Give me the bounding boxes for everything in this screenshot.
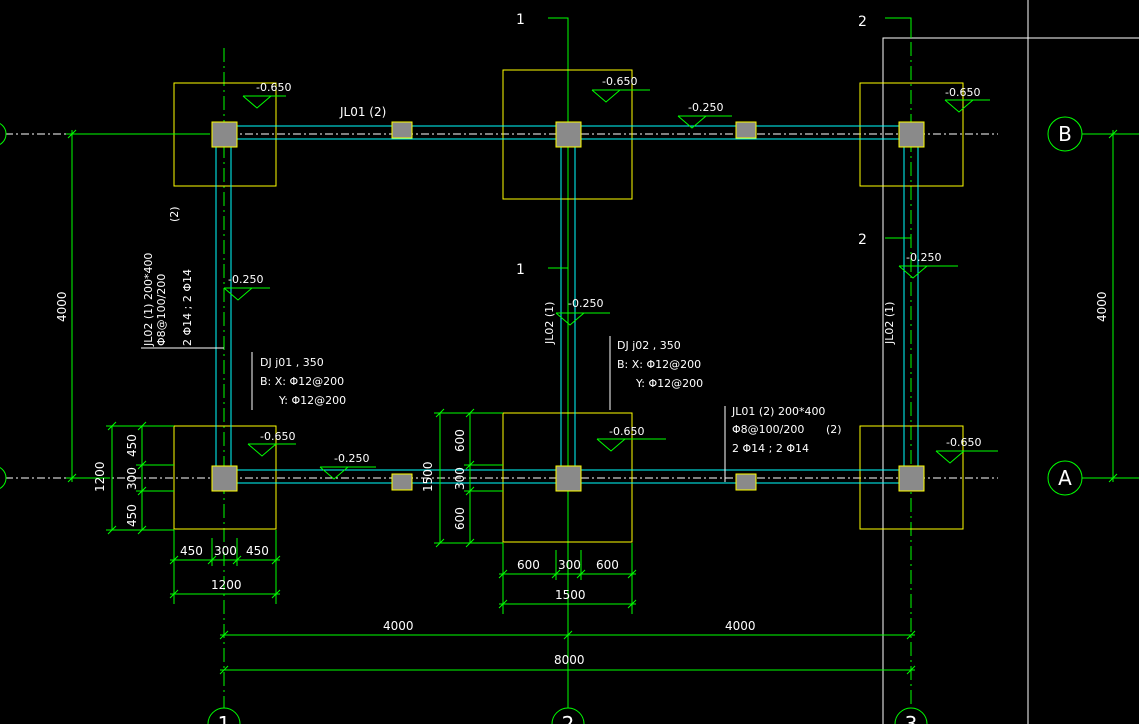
dj01-label: DJ j01 , 350 <box>260 356 324 369</box>
jl02-grid1-spec: JL02 (1) 200*400 <box>142 253 155 347</box>
section-mark-1-mid: 1 <box>516 262 525 278</box>
grid-label-2: 2 <box>562 712 575 724</box>
dim-span-y-left: 4000 <box>55 291 69 322</box>
column-b2 <box>555 121 582 148</box>
beam-post-a-left <box>391 473 413 491</box>
elev-footing-b2: -0.650 <box>602 75 637 88</box>
dim-total-x: 8000 <box>554 653 585 667</box>
grid-label-b: B <box>1058 122 1072 146</box>
dim-mid-part-2: 300 <box>453 467 467 490</box>
elev-footing-b1: -0.650 <box>256 81 291 94</box>
beam-post-a-right <box>735 473 757 491</box>
dim-span-y-right: 4000 <box>1095 291 1109 322</box>
column-a2 <box>555 465 582 492</box>
dj02-x: B: X: Φ12@200 <box>617 358 701 371</box>
beam-label-jl02-grid2: JL02 (1) <box>543 302 556 345</box>
dim-mid-part-3: 600 <box>453 507 467 530</box>
foundation-plan-drawing: -0.650 -0.650 -0.250 -0.650 -0.250 -0.25… <box>0 0 1139 724</box>
dim-mid-part-1: 600 <box>453 429 467 452</box>
beam-label-jl02-grid3: JL02 (1) <box>883 302 896 345</box>
grid-label-3: 3 <box>905 712 918 724</box>
section-mark-2-top: 2 <box>858 14 867 30</box>
column-b1 <box>211 121 238 148</box>
elev-footing-a1: -0.650 <box>260 430 295 443</box>
dim-dj01-total: 1200 <box>211 578 242 592</box>
dim-dj02-part-3: 600 <box>596 558 619 572</box>
dim-left-part-1: 450 <box>125 434 139 457</box>
jl01-a-spec: JL01 (2) 200*400 <box>731 405 825 418</box>
beam-post-b-left <box>391 121 413 139</box>
dim-span-x-1: 4000 <box>383 619 414 633</box>
dim-left-part-2: 300 <box>125 467 139 490</box>
dim-span-x-2: 4000 <box>725 619 756 633</box>
elev-beam-2: -0.250 <box>568 297 603 310</box>
dj01-x: B: X: Φ12@200 <box>260 375 344 388</box>
dim-dj02-total: 1500 <box>555 588 586 602</box>
dim-left-total: 1200 <box>93 461 107 492</box>
dim-dj01-part-1: 450 <box>180 544 203 558</box>
dim-mid-total: 1500 <box>421 461 435 492</box>
elev-beam-b: -0.250 <box>688 101 723 114</box>
elev-beam-1: -0.250 <box>228 273 263 286</box>
dim-dj02-part-1: 600 <box>517 558 540 572</box>
section-mark-2-mid: 2 <box>858 232 867 248</box>
grid-label-a: A <box>1058 466 1072 490</box>
beam-post-b-right <box>735 121 757 139</box>
drawing-background <box>0 0 1139 724</box>
jl01-a-bars: 2 Φ14 ; 2 Φ14 <box>732 442 809 455</box>
column-b3 <box>898 121 925 148</box>
jl02-grid1-spans: (2) <box>168 206 181 222</box>
column-a3 <box>898 465 925 492</box>
jl02-grid1-stirrup: Φ8@100/200 <box>155 274 168 346</box>
jl01-a-stirrup: Φ8@100/200 <box>732 423 804 436</box>
dim-dj02-part-2: 300 <box>558 558 581 572</box>
dj02-y: Y: Φ12@200 <box>635 377 703 390</box>
dj01-y: Y: Φ12@200 <box>278 394 346 407</box>
beam-label-jl01-b: JL01 (2) <box>339 105 386 119</box>
elev-footing-b3: -0.650 <box>945 86 980 99</box>
elev-beam-a: -0.250 <box>334 452 369 465</box>
dim-dj01-part-3: 450 <box>246 544 269 558</box>
dj02-label: DJ j02 , 350 <box>617 339 681 352</box>
elev-footing-a3: -0.650 <box>946 436 981 449</box>
section-mark-1-top: 1 <box>516 12 525 28</box>
dim-left-part-3: 450 <box>125 504 139 527</box>
jl02-grid1-bars: 2 Φ14 ; 2 Φ14 <box>181 269 194 346</box>
elev-beam-3: -0.250 <box>906 251 941 264</box>
grid-label-1: 1 <box>218 712 231 724</box>
jl01-a-spans: (2) <box>826 423 842 436</box>
elev-footing-a2: -0.650 <box>609 425 644 438</box>
column-a1 <box>211 465 238 492</box>
dim-dj01-part-2: 300 <box>214 544 237 558</box>
